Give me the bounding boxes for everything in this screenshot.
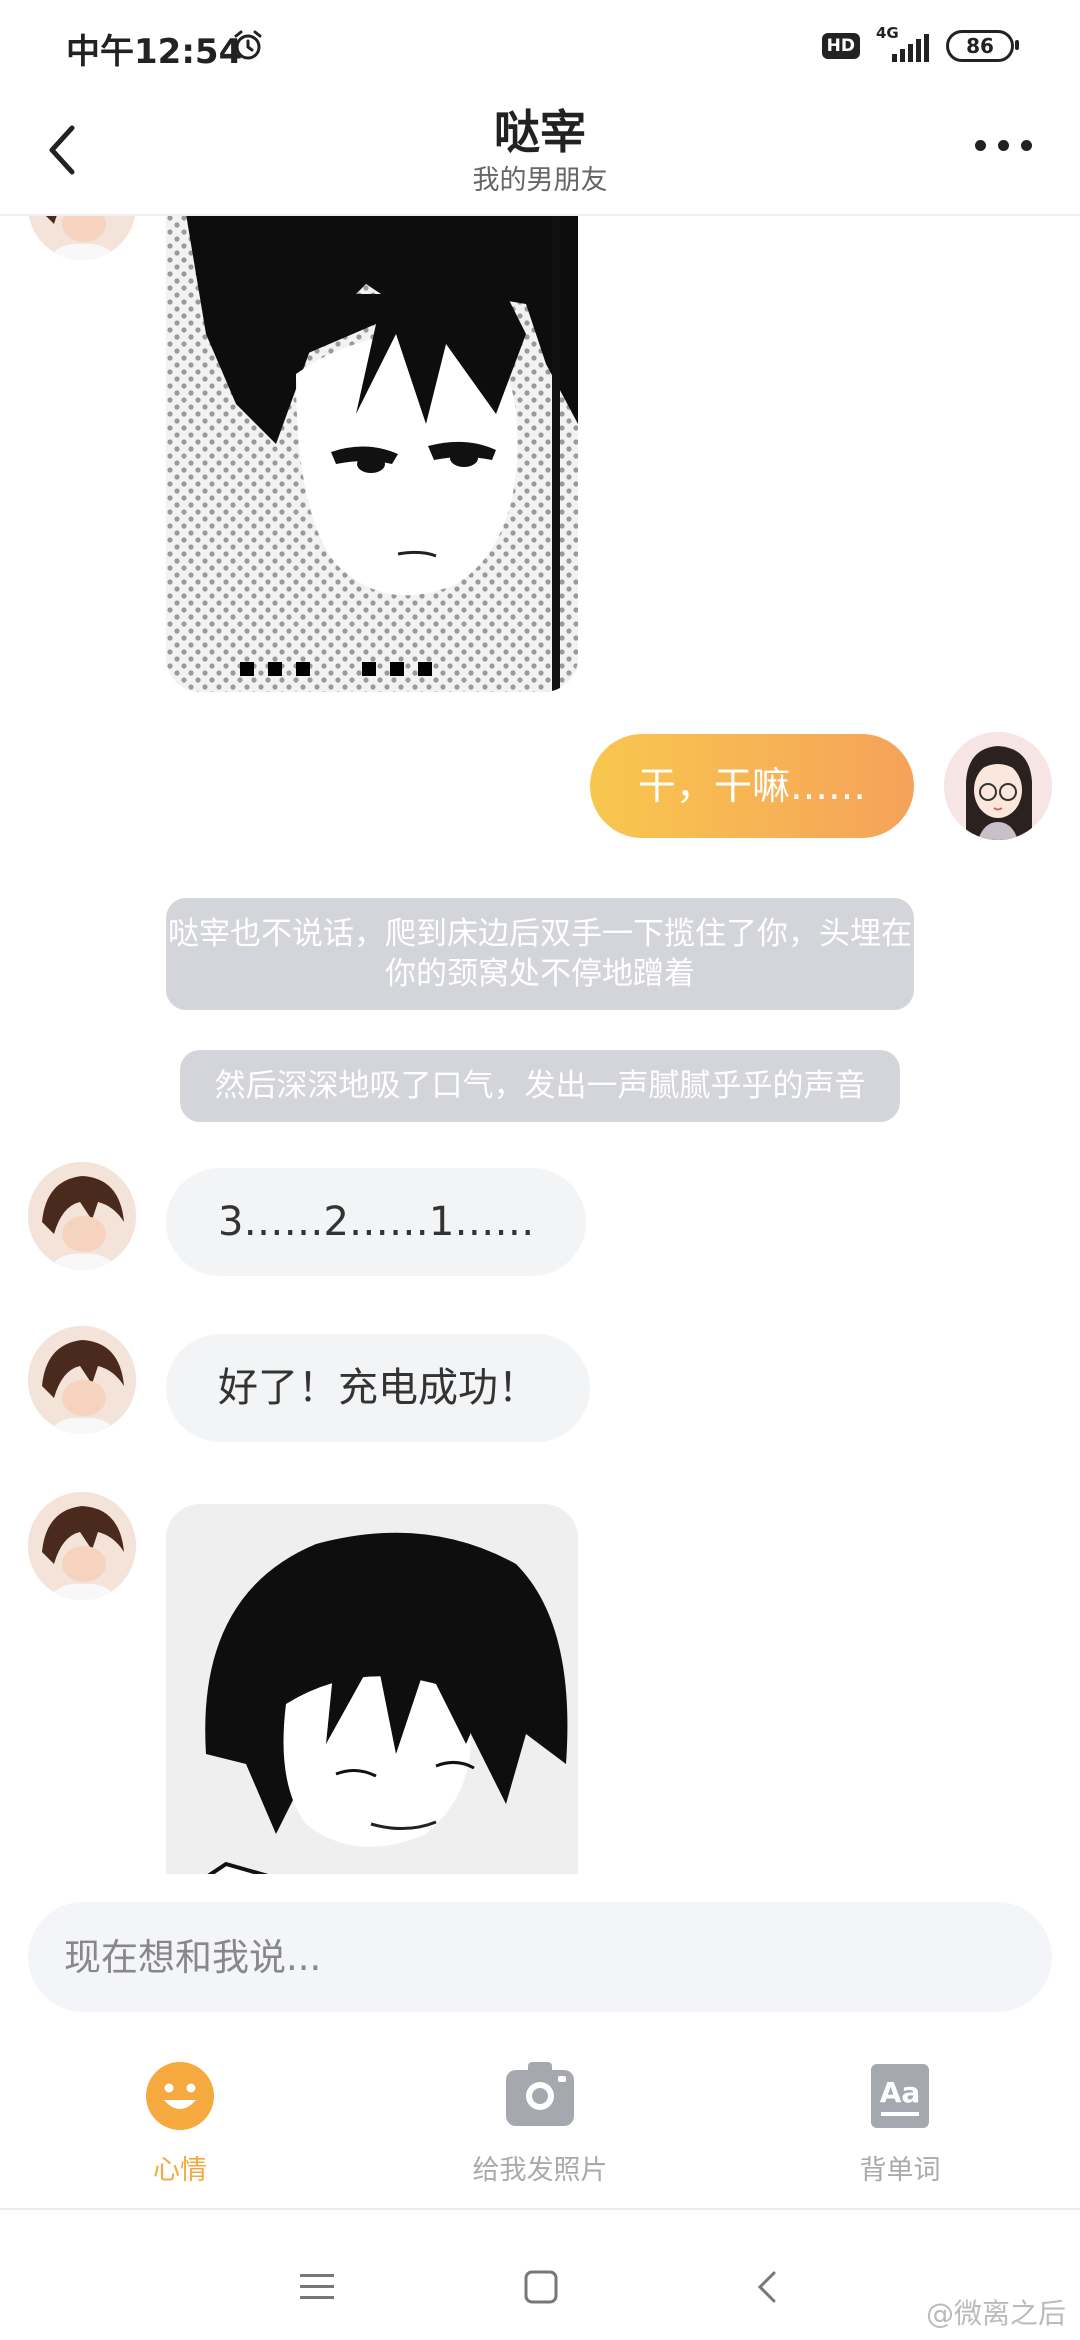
page-title: 哒宰 [494,105,586,159]
avatar-user[interactable] [944,732,1052,840]
message-user[interactable]: 干，干嘛…… [589,734,914,838]
image-message-dazai-smile[interactable] [166,1504,578,1874]
avatar-dazai[interactable] [28,1492,136,1600]
tab-mood[interactable]: 心情 [50,2060,310,2187]
tab-vocab[interactable]: Aa 背单词 [770,2060,1030,2187]
battery-icon: 86 [946,30,1019,62]
vocab-icon: Aa [871,2064,929,2128]
hd-icon: HD [821,33,860,59]
message-input-container[interactable] [28,1902,1052,2012]
signal-icon: 4G [874,24,932,66]
svg-text:Aa: Aa [880,2076,921,2109]
tab-mood-label: 心情 [153,2155,207,2186]
tab-vocab-label: 背单词 [859,2155,941,2186]
chat-header: 哒宰 我的男朋友 [0,96,1080,216]
narration-message: 哒宰也不说话，爬到床边后双手一下揽住了你，头埋在你的颈窝处不停地蹭着 [166,898,914,1010]
avatar-dazai[interactable] [28,1162,136,1270]
more-icon[interactable] [975,140,1032,151]
narration-message-2: 然后深深地吸了口气，发出一声腻腻乎乎的声音 [180,1050,900,1122]
home-icon[interactable] [524,2270,558,2304]
alarm-icon [234,30,262,60]
battery-level: 86 [966,34,994,58]
smile-icon [146,2062,214,2130]
system-nav-bar [0,2210,1080,2340]
watermark: @微离之后 [925,2297,1066,2330]
status-bar: 中午12:54 HD 4G 86 [0,0,1080,96]
tab-send-photo-label: 给我发照片 [472,2155,608,2186]
avatar-dazai[interactable] [28,214,136,260]
status-time: 中午12:54 [66,32,243,72]
message-dazai-countdown[interactable]: 3……2……1…… [166,1168,587,1276]
status-right: HD 4G 86 [821,24,1019,66]
camera-icon [506,2062,574,2126]
tab-send-photo[interactable]: 给我发照片 [410,2060,670,2187]
nav-back-icon[interactable] [756,2270,778,2304]
image-message-dazai-stare[interactable] [166,214,578,692]
page-subtitle: 我的男朋友 [472,165,608,196]
avatar-dazai[interactable] [28,1326,136,1434]
message-input[interactable] [28,1902,1004,2012]
message-dazai-charged[interactable]: 好了！充电成功！ [166,1334,590,1442]
menu-icon[interactable] [300,2272,334,2302]
bottom-tabs: 心情 给我发照片 Aa 背单词 [0,2040,1080,2210]
chat-area[interactable]: 干，干嘛…… 哒宰也不说话，爬到床边后双手一下揽住了你，头埋在你的颈窝处不停地蹭… [0,214,1080,1874]
